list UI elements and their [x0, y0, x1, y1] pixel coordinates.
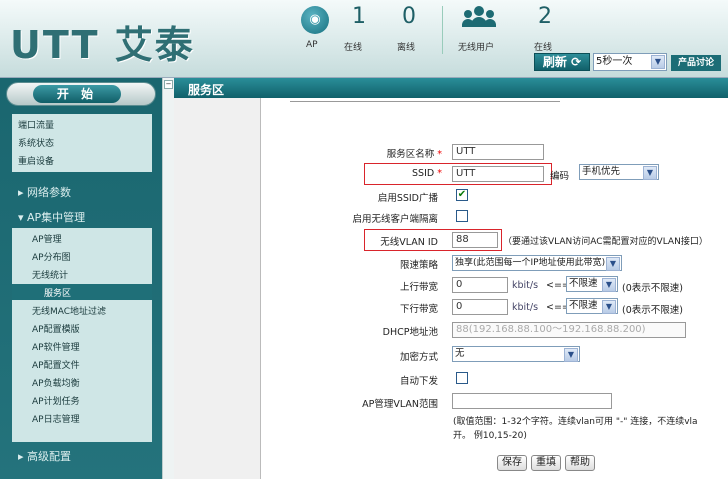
auto-push-checkbox[interactable] [456, 372, 468, 384]
uplink-label: 上行带宽 [399, 282, 438, 293]
client-isolation-checkbox[interactable] [456, 210, 468, 222]
downlink-input[interactable]: 0 [452, 299, 508, 315]
chevron-down-icon: ▼ [602, 300, 616, 314]
sidebar-group-advanced[interactable]: ▸ 高级配置 [18, 448, 71, 464]
vlan-note: （要通过该VLAN访问AC需配置对应的VLAN接口） [503, 237, 708, 247]
downlink-label: 下行带宽 [399, 304, 438, 315]
sidebar-item-ap-template[interactable]: AP配置模版 [32, 322, 80, 335]
ssid-broadcast-checkbox[interactable]: ✔ [456, 189, 468, 201]
refresh-button[interactable]: 刷新 ⟳ [534, 53, 590, 71]
sidebar-item-ap-load-balance[interactable]: AP负载均衡 [32, 376, 80, 389]
downlink-select[interactable]: 不限速 ▼ [566, 298, 618, 314]
ssid-broadcast-label: 启用SSID广播 [377, 193, 438, 204]
sidebar-item-mac-filter[interactable]: 无线MAC地址过滤 [32, 304, 106, 317]
chevron-down-icon: ▼ [602, 278, 616, 292]
sidebar-item-port-traffic[interactable]: 端口流量 [18, 117, 152, 135]
range-note-line2: 开。 例10,15-20) [453, 431, 527, 441]
ap-wifi-icon: ◉ [301, 6, 329, 34]
chevron-down-icon: ▼ [651, 55, 665, 69]
chevron-down-icon: ▼ [643, 166, 657, 180]
rate-policy-select[interactable]: 独享(此范围每一个IP地址使用此带宽) ▼ [452, 255, 622, 271]
sidebar-item-service-zone-label: 服务区 [44, 289, 72, 299]
sidebar-group-network[interactable]: ▸ 网络参数 [18, 184, 71, 200]
utt-logo: UTT 艾泰 [10, 23, 195, 67]
rate-policy-value: 独享(此范围每一个IP地址使用此带宽) [455, 258, 606, 268]
save-button[interactable]: 保存 [497, 455, 527, 471]
downlink-select-value: 不限速 [569, 300, 598, 311]
range-note-line1: (取值范围：1-32个字符。连续vlan可用 "-" 连接，不连续vla [453, 417, 698, 427]
uplink-unit: kbit/s [512, 280, 539, 291]
sidebar-item-reboot[interactable]: 重启设备 [18, 153, 152, 171]
rate-policy-label: 限速策略 [399, 260, 438, 271]
downlink-unit: kbit/s [512, 302, 539, 313]
form-top-border [290, 98, 560, 102]
chevron-down-icon: ▼ [564, 348, 578, 362]
chevron-down-icon: ▼ [606, 257, 620, 271]
auto-push-label: 自动下发 [399, 376, 438, 387]
dhcp-pool-label: DHCP地址池 [382, 327, 438, 338]
stat-wireless-users-label: 无线用户 [458, 43, 495, 53]
sidebar-item-service-zone[interactable]: 服务区 [12, 284, 152, 300]
refresh-interval-select[interactable]: 5秒一次 ▼ [593, 53, 667, 71]
encoding-value: 手机优先 [582, 166, 621, 177]
ssid-input[interactable]: UTT [452, 166, 544, 182]
sidebar-item-system-status[interactable]: 系统状态 [18, 135, 152, 153]
sidebar-item-ap-log[interactable]: AP日志管理 [32, 412, 80, 425]
zone-name-label: 服务区名称 * [386, 149, 442, 160]
encryption-value: 无 [455, 348, 465, 359]
stat-users-online-count: 2 [538, 4, 552, 29]
sidebar-item-ap-schedule[interactable]: AP计划任务 [32, 394, 80, 407]
refresh-label: 刷新 [542, 55, 567, 69]
downlink-hint: (0表示不限速) [622, 305, 683, 316]
sidebar-quick-links: 端口流量 系统状态 重启设备 [12, 114, 152, 172]
start-bar: 开 始 [6, 82, 156, 106]
reset-button[interactable]: 重填 [531, 455, 561, 471]
sidebar: 开 始 端口流量 系统状态 重启设备 ▸ 网络参数 ▾ AP集中管理 AP管理 … [0, 78, 162, 479]
stat-ap-offline-count: 0 [402, 4, 416, 29]
uplink-select[interactable]: 不限速 ▼ [566, 276, 618, 292]
uplink-input[interactable]: 0 [452, 277, 508, 293]
uplink-select-value: 不限速 [569, 278, 598, 289]
encryption-label: 加密方式 [399, 352, 438, 363]
sidebar-item-ap-config-file[interactable]: AP配置文件 [32, 358, 80, 371]
sidebar-item-ap-software[interactable]: AP软件管理 [32, 340, 80, 353]
vlan-id-label: 无线VLAN ID [380, 237, 438, 248]
vlan-id-input[interactable]: 88 [452, 232, 498, 248]
sidebar-item-ap-manage[interactable]: AP管理 [32, 232, 62, 245]
stat-ap-online-label: 在线 [344, 43, 363, 53]
start-button[interactable]: 开 始 [33, 85, 121, 103]
sidebar-item-ap-map[interactable]: AP分布图 [32, 250, 71, 263]
sidebar-item-wireless-stats[interactable]: 无线统计 [32, 268, 68, 281]
dhcp-pool-input[interactable]: 88(192.168.88.100～192.168.88.200) [452, 322, 686, 338]
page-title: 服务区 [174, 78, 728, 98]
refresh-interval-value: 5秒一次 [596, 56, 633, 67]
zone-name-input[interactable]: UTT [452, 144, 544, 160]
encoding-label: 编码 [550, 171, 570, 182]
stat-ap-offline-label: 离线 [397, 43, 416, 53]
ap-vlan-range-input[interactable] [452, 393, 612, 409]
header-divider [442, 6, 443, 54]
ap-vlan-range-label: AP管理VLAN范围 [362, 399, 438, 410]
collapse-icon[interactable]: − [164, 80, 173, 89]
stat-ap-online-count: 1 [352, 4, 366, 29]
stat-users-online-label: 在线 [534, 43, 553, 53]
top-header: UTT 艾泰 ◉ AP 1 在线 0 离线 无线用户 2 在线 刷新 ⟳ 5秒一… [0, 0, 728, 78]
stat-ap-label: AP [306, 40, 318, 50]
uplink-hint: (0表示不限速) [622, 283, 683, 294]
wireless-users-icon [462, 6, 496, 32]
sidebar-group-ap-management[interactable]: ▾ AP集中管理 [18, 209, 85, 225]
client-isolation-label: 启用无线客户端隔离 [352, 214, 438, 225]
product-forum-button[interactable]: 产品讨论 [671, 55, 721, 71]
help-button[interactable]: 帮助 [565, 455, 595, 471]
encoding-select[interactable]: 手机优先 ▼ [579, 164, 659, 180]
ssid-label: SSID * [412, 168, 442, 179]
refresh-icon: ⟳ [571, 55, 582, 69]
sidebar-scrollbar[interactable]: − [162, 78, 174, 479]
encryption-select[interactable]: 无 ▼ [452, 346, 580, 362]
